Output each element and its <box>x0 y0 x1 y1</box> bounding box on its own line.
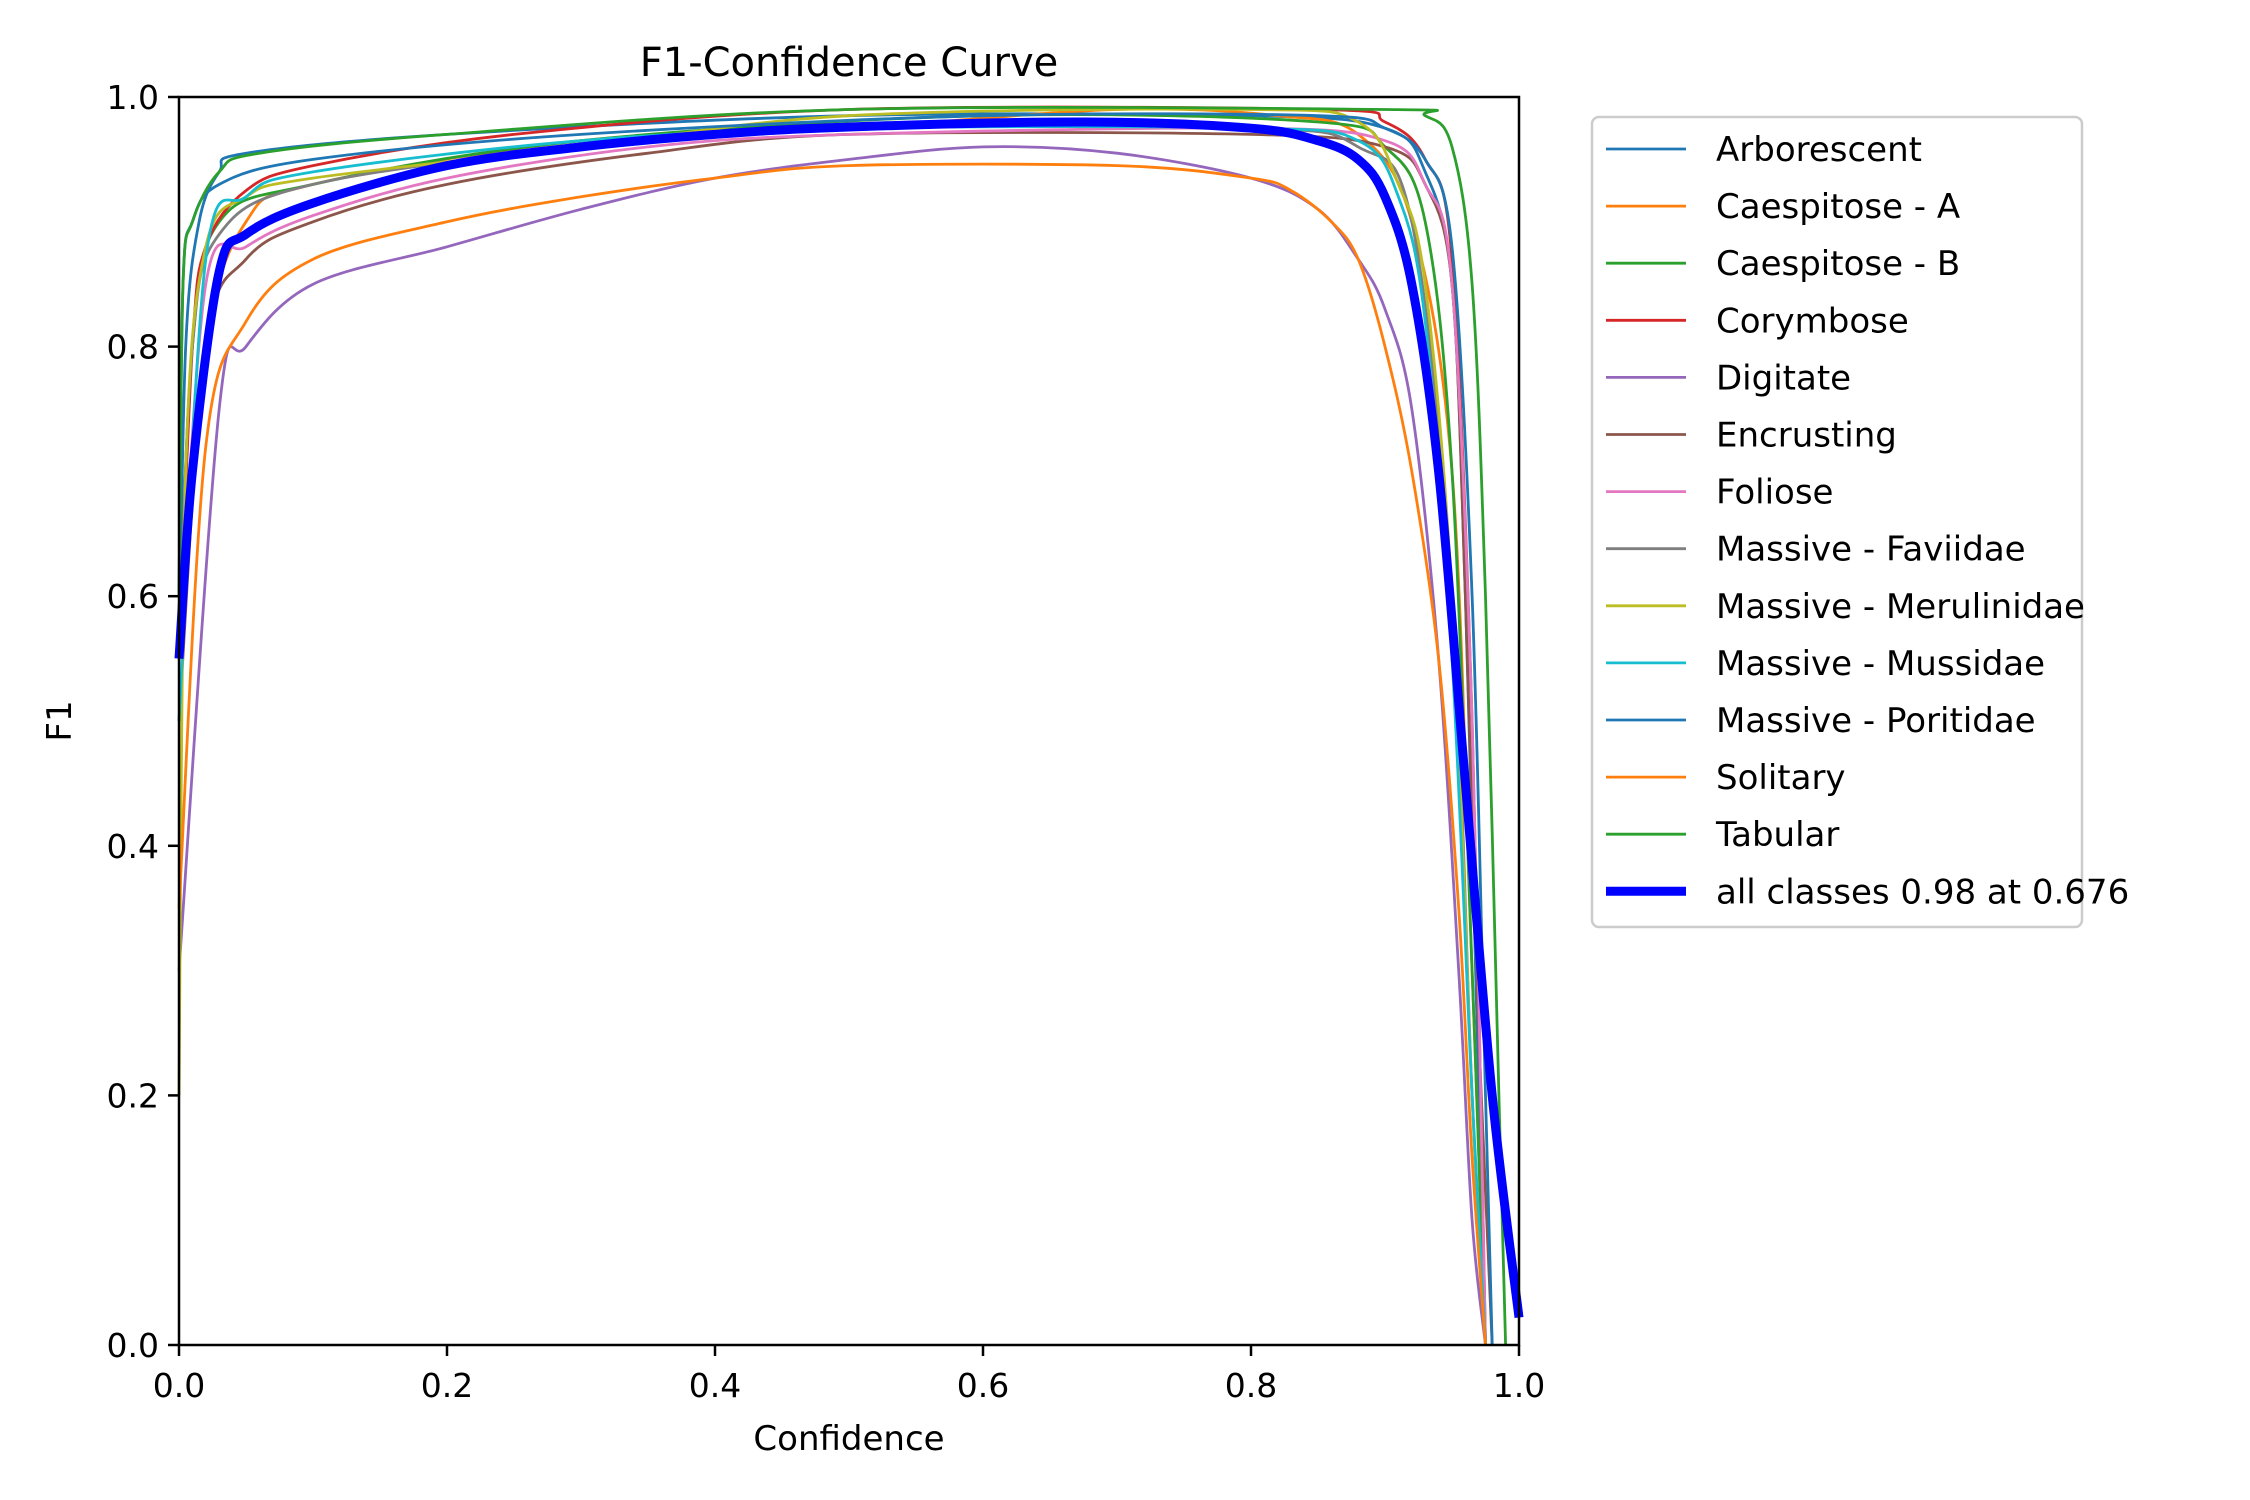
legend-label: Massive - Merulinidae <box>1716 587 2085 627</box>
y-axis-label: F1 <box>40 700 80 741</box>
x-tick-label: 1.0 <box>1493 1366 1545 1405</box>
y-tick-label: 0.2 <box>107 1076 159 1115</box>
x-tick-label: 0.0 <box>153 1366 205 1405</box>
legend-box <box>1590 115 2084 929</box>
legend-label: Massive - Poritidae <box>1716 701 2036 741</box>
y-tick-label: 0.8 <box>107 328 159 367</box>
x-tick-label: 0.4 <box>689 1366 741 1405</box>
legend-label: Encrusting <box>1716 416 1897 456</box>
legend-label: Digitate <box>1716 358 1851 398</box>
y-tick-label: 0.4 <box>107 827 159 866</box>
legend-label: Massive - Faviidae <box>1716 530 2026 570</box>
x-axis-label: Confidence <box>753 1419 944 1459</box>
legend-label: Corymbose <box>1716 301 1909 341</box>
chart-title: F1-Confidence Curve <box>640 40 1059 86</box>
y-tick-label: 0.0 <box>107 1326 159 1365</box>
legend-label: Tabular <box>1715 815 1839 855</box>
legend: Arborescent Caespitose - A Caespitose - B C… <box>1590 115 2129 929</box>
legend-label: Massive - Mussidae <box>1716 644 2045 684</box>
y-tick-label: 0.6 <box>107 577 159 616</box>
f1-confidence-chart: F1-Confidence Curve 0.0 0.2 0.4 0.6 0.8 1.0 0… <box>0 0 2250 1500</box>
legend-label: Solitary <box>1716 758 1846 798</box>
legend-label: Arborescent <box>1716 130 1922 170</box>
legend-label: all classes 0.98 at 0.676 <box>1716 872 2129 912</box>
x-tick-label: 0.2 <box>421 1366 473 1405</box>
x-tick-label: 0.8 <box>1225 1366 1277 1405</box>
legend-label: Caespitose - A <box>1716 187 1960 227</box>
y-tick-label: 1.0 <box>107 78 159 117</box>
legend-label: Foliose <box>1716 473 1833 513</box>
legend-label: Caespitose - B <box>1716 244 1960 284</box>
x-tick-label: 0.6 <box>957 1366 1009 1405</box>
